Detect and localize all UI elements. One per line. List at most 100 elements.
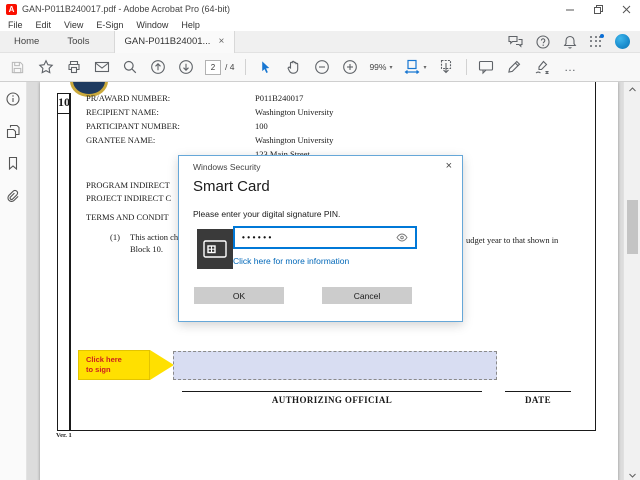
feedback-icon[interactable] [508, 35, 523, 48]
page-count-label: / 4 [225, 62, 235, 72]
block-number-cell-bottom [56, 113, 71, 114]
favorite-star-icon[interactable] [37, 59, 54, 76]
callout-line2: to sign [86, 365, 111, 374]
zoom-level-value: 99% [369, 62, 387, 72]
tab-document[interactable]: GAN-P011B24001... × [113, 30, 236, 53]
close-button[interactable] [612, 0, 640, 18]
minimize-button[interactable] [556, 0, 584, 18]
tab-home[interactable]: Home [0, 31, 53, 53]
dialog-title: Smart Card [193, 178, 270, 195]
clause-number: (1) [110, 232, 120, 242]
zoom-caret-icon: ▾ [389, 64, 393, 71]
dialog-message: Please enter your digital signature PIN. [193, 209, 341, 219]
zoom-out-icon[interactable] [313, 59, 330, 76]
bookmarks-icon[interactable] [6, 155, 21, 170]
next-page-icon[interactable] [177, 59, 194, 76]
comment-icon[interactable] [478, 59, 495, 76]
highlight-pen-icon[interactable] [506, 59, 523, 76]
search-icon[interactable] [121, 59, 138, 76]
signature-field[interactable] [173, 351, 497, 380]
previous-page-icon[interactable] [149, 59, 166, 76]
ok-button[interactable]: OK [194, 287, 284, 304]
document-toolbar: 2 / 4 99% ▾ ▾ … [0, 53, 640, 82]
menu-view[interactable]: View [64, 20, 83, 30]
field-label: RECIPIENT NAME: [86, 107, 159, 117]
signature-line [182, 391, 482, 392]
scroll-up-icon[interactable] [624, 82, 640, 96]
page-thumbnails-icon[interactable] [6, 123, 21, 138]
clause-text-left: This action ch [130, 232, 179, 242]
fit-width-control[interactable]: ▾ [403, 59, 427, 76]
form-border-left [56, 93, 58, 431]
terms-conditions-line: TERMS AND CONDIT [86, 212, 169, 222]
scroll-down-icon[interactable] [624, 468, 640, 480]
save-icon[interactable] [9, 59, 26, 76]
hand-tool-icon[interactable] [285, 59, 302, 76]
info-panel-icon[interactable] [6, 91, 21, 106]
help-icon[interactable] [536, 34, 550, 49]
print-icon[interactable] [65, 59, 82, 76]
callout-line1: Click here [86, 355, 122, 364]
user-avatar[interactable] [615, 34, 630, 49]
block-number-cell-top [56, 93, 71, 94]
field-label: GRANTEE NAME: [86, 135, 156, 145]
page-scrolling-icon[interactable] [438, 59, 455, 76]
page-number-input[interactable]: 2 [205, 59, 221, 75]
tab-bar: Home Tools GAN-P011B24001... × [0, 30, 640, 53]
scrollbar-thumb[interactable] [627, 200, 638, 254]
toolbar-divider [245, 59, 247, 75]
authorizing-official-label: AUTHORIZING OFFICIAL [271, 395, 393, 405]
smart-card-icon [197, 229, 233, 269]
toolbar-overflow-icon[interactable]: … [562, 59, 579, 76]
version-label: Ver. 1 [56, 432, 72, 439]
field-value: 100 [255, 121, 268, 131]
fit-width-icon [403, 59, 420, 76]
form-border-inner [69, 93, 71, 431]
title-bar: A GAN-P011B240017.pdf - Adobe Acrobat Pr… [0, 0, 640, 18]
field-value: Washington University [255, 107, 334, 117]
acrobat-app-icon: A [6, 3, 17, 15]
pin-masked-value: •••••• [242, 233, 274, 242]
overflow-glyph: … [564, 60, 576, 74]
field-value: Washington University [255, 135, 334, 145]
notifications-bell-icon[interactable] [563, 35, 577, 49]
restore-button[interactable] [584, 0, 612, 18]
form-border-right [595, 82, 596, 431]
attachments-paperclip-icon[interactable] [6, 187, 21, 202]
email-icon[interactable] [93, 59, 110, 76]
program-indirect-line: PROGRAM INDIRECT [86, 180, 170, 190]
zoom-in-icon[interactable] [341, 59, 358, 76]
select-tool-icon[interactable] [257, 59, 274, 76]
menu-edit[interactable]: Edit [36, 20, 52, 30]
pin-input[interactable]: •••••• [233, 226, 417, 249]
block-number: 10 [58, 95, 70, 109]
tab-document-label: GAN-P011B24001... [124, 36, 211, 47]
vertical-scrollbar[interactable] [623, 82, 640, 480]
menu-window[interactable]: Window [136, 20, 168, 30]
click-here-to-sign-callout[interactable]: Click here to sign [78, 350, 174, 380]
field-label: PR/AWARD NUMBER: [86, 93, 171, 103]
cancel-button[interactable]: Cancel [322, 287, 412, 304]
date-label: DATE [525, 395, 551, 405]
acrobat-window: A GAN-P011B240017.pdf - Adobe Acrobat Pr… [0, 0, 640, 480]
navigation-sidebar [0, 82, 27, 480]
clause-text-right: udget year to that shown in [466, 235, 559, 245]
tab-close-icon[interactable]: × [218, 36, 224, 47]
menu-help[interactable]: Help [181, 20, 200, 30]
form-border-bottom [56, 430, 596, 431]
apps-grid-icon[interactable] [590, 33, 604, 48]
date-line [505, 391, 571, 392]
reveal-password-eye-icon[interactable] [396, 229, 408, 247]
apps-grid-badge [600, 33, 604, 38]
more-information-link[interactable]: Click here for more information [233, 256, 349, 266]
tab-tools[interactable]: Tools [53, 31, 103, 53]
menu-esign[interactable]: E-Sign [96, 20, 123, 30]
window-title: GAN-P011B240017.pdf - Adobe Acrobat Pro … [22, 4, 230, 14]
dialog-close-icon[interactable]: × [446, 160, 452, 172]
menu-file[interactable]: File [8, 20, 23, 30]
project-indirect-line: PROJECT INDIRECT C [86, 193, 172, 203]
zoom-level-control[interactable]: 99% ▾ [369, 62, 392, 72]
sign-pen-icon[interactable] [534, 59, 551, 76]
clause-text-line2: Block 10. [130, 244, 164, 254]
fit-width-caret-icon: ▾ [423, 64, 427, 71]
